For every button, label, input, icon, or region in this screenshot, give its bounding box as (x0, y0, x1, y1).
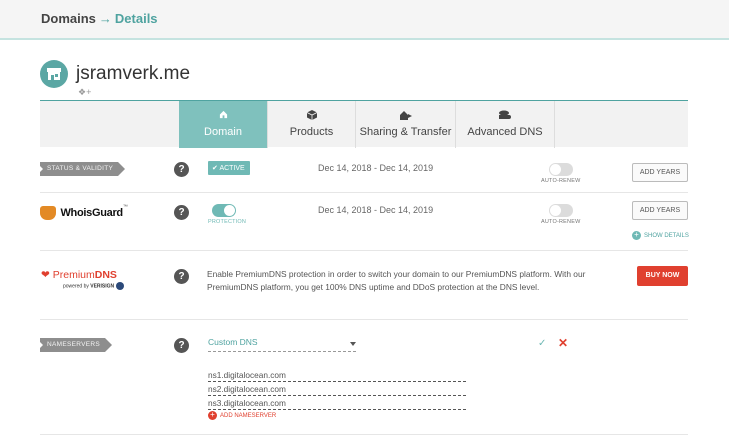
verisign-check-icon (115, 282, 124, 290)
auto-renew-toggle[interactable] (549, 163, 573, 176)
premiumdns-row: ❤ PremiumDNS powered by VERISIGN ? Enabl… (40, 251, 688, 320)
auto-renew-label: AUTO-RENEW (541, 178, 581, 184)
nameservers-label: NAMESERVERS (40, 338, 113, 352)
tab-domain-label: Domain (204, 126, 242, 138)
status-badge: ✔ ACTIVE (208, 161, 250, 175)
plus-circle-icon: + (208, 411, 217, 420)
tab-products-label: Products (289, 126, 334, 138)
domain-name: jsramverk.me (76, 63, 191, 84)
premiumdns-logo: ❤ PremiumDNS powered by VERISIGN (41, 269, 124, 290)
premiumdns-shield-icon: ❤ (41, 269, 50, 281)
protection-label: PROTECTION (208, 219, 247, 225)
add-years-button[interactable]: ADD YEARS (632, 163, 688, 182)
whoisguard-shield-icon (40, 205, 56, 220)
dns-type-value: Custom DNS (208, 337, 258, 347)
add-nameserver-link[interactable]: + ADD NAMESERVER (208, 411, 276, 420)
validity-dates: Dec 14, 2018 - Dec 14, 2019 (318, 163, 434, 173)
breadcrumb-domains-link[interactable]: Domains (41, 11, 96, 26)
tab-sharing-transfer-label: Sharing & Transfer (359, 126, 452, 138)
help-icon[interactable]: ? (174, 162, 189, 177)
whoisguard-tm: ™ (122, 204, 128, 210)
tag-icon[interactable]: ❖+ (78, 87, 91, 98)
protection-toggle[interactable] (212, 204, 236, 217)
whoisguard-logo: WhoisGuard™ (40, 204, 128, 220)
breadcrumb: Domains → Details (41, 11, 158, 26)
breadcrumb-separator: → (98, 11, 112, 26)
powered-by-text: powered by (63, 283, 89, 290)
dns-type-select[interactable]: Custom DNS (208, 337, 356, 352)
whoisguard-row: WhoisGuard™ ? PROTECTION Dec 14, 2018 - … (40, 193, 689, 251)
toggle-knob (550, 205, 561, 216)
verisign-text: VERISIGN (90, 283, 115, 290)
premiumdns-logo-dns: DNS (94, 269, 117, 281)
premiumdns-description: Enable PremiumDNS protection in order to… (207, 269, 586, 293)
store-icon (40, 60, 68, 88)
whoisguard-dates: Dec 14, 2018 - Dec 14, 2019 (318, 205, 434, 215)
status-row: STATUS & VALIDITY ? ✔ ACTIVE Dec 14, 201… (40, 147, 688, 193)
cancel-x-icon[interactable]: ✕ (558, 336, 568, 350)
help-icon[interactable]: ? (174, 205, 189, 220)
tab-advanced-dns[interactable]: Advanced DNS (456, 101, 555, 148)
show-details-label: SHOW DETAILS (644, 233, 689, 240)
nameserver-1-input[interactable]: ns1.digitalocean.com (208, 369, 466, 382)
whoisguard-logo-text: WhoisGuard (60, 206, 123, 219)
auto-renew-label: AUTO-RENEW (541, 219, 581, 225)
share-icon (356, 110, 455, 123)
help-icon[interactable]: ? (174, 269, 189, 284)
nameserver-3-input[interactable]: ns3.digitalocean.com (208, 397, 466, 410)
confirm-check-icon[interactable]: ✓ (538, 338, 546, 349)
buy-now-button[interactable]: BUY NOW (637, 266, 688, 286)
auto-renew-toggle[interactable] (549, 204, 573, 217)
status-validity-label: STATUS & VALIDITY (40, 162, 126, 176)
toggle-knob (550, 164, 561, 175)
breadcrumb-current: Details (114, 11, 158, 26)
add-years-button[interactable]: ADD YEARS (632, 201, 688, 220)
home-icon (179, 110, 267, 122)
nameserver-2-input[interactable]: ns2.digitalocean.com (208, 383, 466, 396)
tab-advanced-dns-label: Advanced DNS (467, 126, 543, 138)
toggle-knob (224, 205, 235, 216)
show-details-link[interactable]: + SHOW DETAILS (632, 231, 689, 240)
box-icon (268, 110, 355, 123)
plus-circle-icon: + (632, 231, 641, 240)
status-badge-label: ACTIVE (219, 165, 245, 172)
tab-sharing-transfer[interactable]: Sharing & Transfer (356, 101, 456, 148)
top-bar: Domains → Details (0, 0, 729, 40)
caret-down-icon (350, 342, 356, 346)
help-icon[interactable]: ? (174, 338, 189, 353)
nameservers-row: NAMESERVERS ? Custom DNS ✓ ✕ ns1.digital… (40, 320, 688, 435)
premiumdns-logo-premium: Premium (52, 269, 95, 281)
dns-icon (456, 110, 554, 123)
tab-products[interactable]: Products (268, 101, 356, 148)
tab-bar: Domain Products Sharing & Transfer Advan… (40, 100, 688, 148)
tab-domain[interactable]: Domain (179, 101, 268, 148)
add-nameserver-label: ADD NAMESERVER (220, 413, 277, 420)
